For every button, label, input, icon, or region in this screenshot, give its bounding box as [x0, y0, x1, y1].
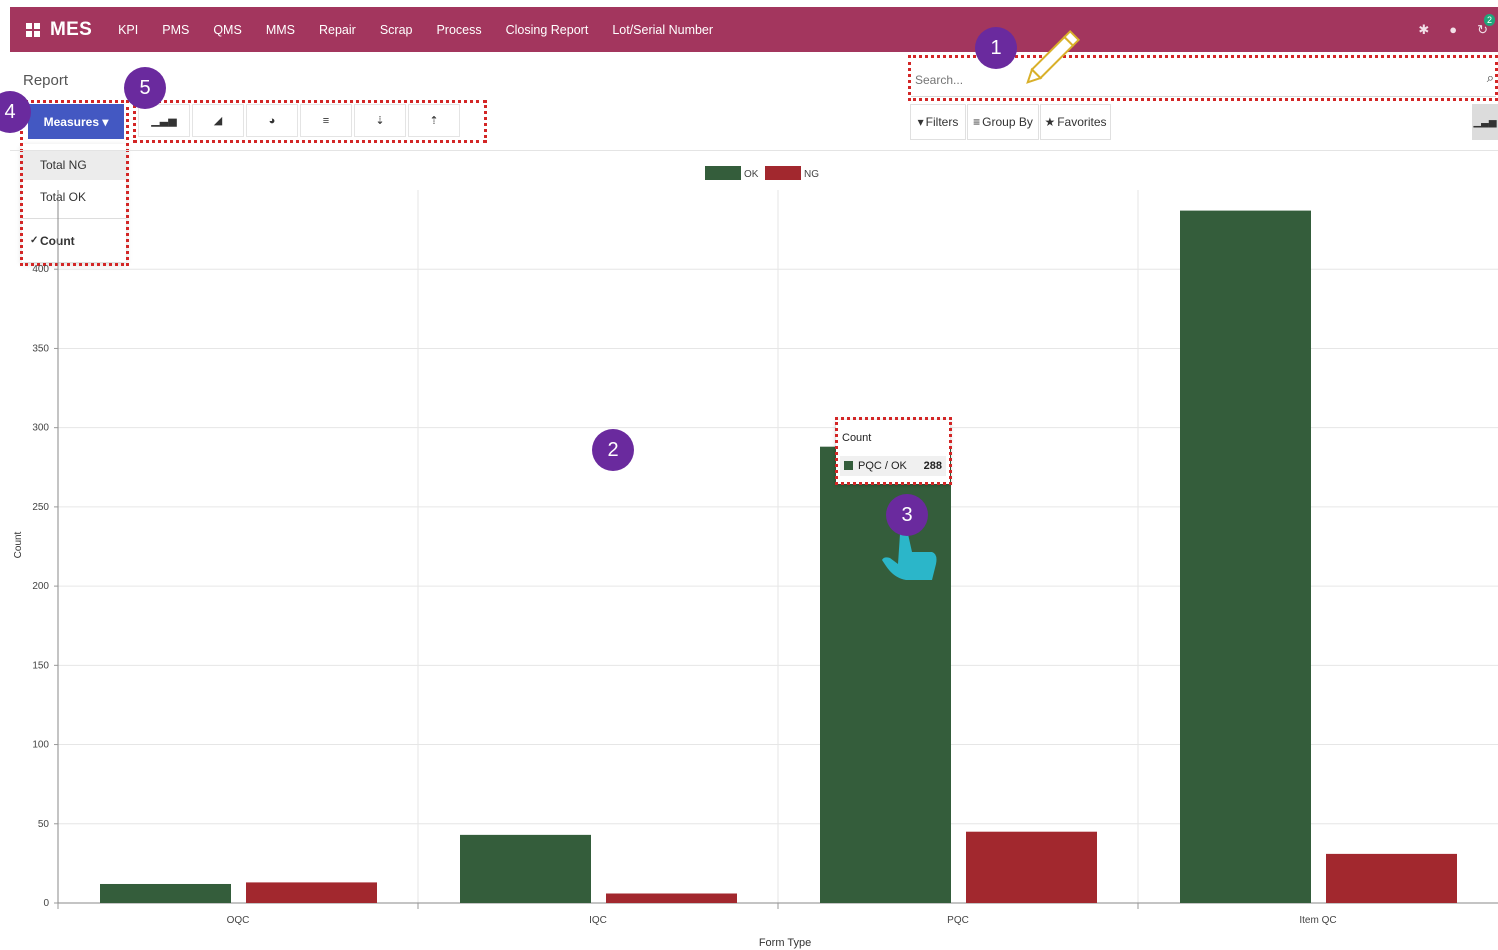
tooltip-title: Count — [842, 432, 872, 444]
bar-ng-pqc[interactable] — [966, 831, 1097, 903]
x-axis-label: Form Type — [759, 937, 811, 949]
legend-label-ng: NG — [804, 169, 819, 180]
y-tick-label: 50 — [38, 819, 50, 830]
y-tick-label: 200 — [32, 581, 49, 592]
marker-5: 5 — [124, 67, 166, 109]
x-tick-label: PQC — [947, 915, 969, 926]
x-axis-ticks: OQC IQC PQC Item QC — [57, 903, 1337, 926]
tooltip-label: PQC / OK — [858, 460, 907, 472]
y-tick-label: 400 — [32, 264, 49, 275]
y-tick-label: 250 — [32, 502, 49, 513]
tooltip-row: PQC / OK 288 — [840, 456, 946, 476]
tooltip-swatch — [844, 461, 853, 470]
tooltip-value: 288 — [923, 460, 942, 472]
bar-chart: 0 50 100 150 200 250 300 350 400 OQC IQC PQC Item Q… — [13, 166, 1498, 949]
bar-ok-oqc[interactable] — [100, 883, 231, 903]
y-tick-label: 100 — [32, 740, 49, 751]
legend-swatch-ok[interactable] — [705, 166, 741, 180]
y-tick-label: 350 — [32, 343, 49, 354]
bar-ng-iqc[interactable] — [606, 893, 737, 903]
y-tick-label: 300 — [32, 423, 49, 434]
x-tick-label: IQC — [589, 915, 607, 926]
x-tick-label: OQC — [227, 915, 250, 926]
pointer-hand-icon — [882, 532, 937, 580]
x-tick-label: Item QC — [1299, 915, 1336, 926]
chart-legend: OK NG — [705, 166, 819, 180]
y-axis-ticks: 0 50 100 150 200 250 300 350 400 — [32, 264, 58, 909]
legend-label-ok: OK — [744, 169, 759, 180]
bar-ng-oqc[interactable] — [246, 882, 377, 903]
chart-tooltip: Count PQC / OK 288 — [836, 420, 950, 484]
y-tick-label: 0 — [43, 898, 49, 909]
marker-1: 1 — [975, 27, 1017, 69]
y-tick-label: 150 — [32, 660, 49, 671]
y-axis-label: Count — [13, 531, 24, 558]
marker-2: 2 — [592, 429, 634, 471]
bar-ok-iqc[interactable] — [460, 834, 591, 903]
bar-ok-item-qc[interactable] — [1180, 210, 1311, 903]
bar-ng-item-qc[interactable] — [1326, 853, 1457, 903]
legend-swatch-ng[interactable] — [765, 166, 801, 180]
marker-3: 3 — [886, 494, 928, 536]
